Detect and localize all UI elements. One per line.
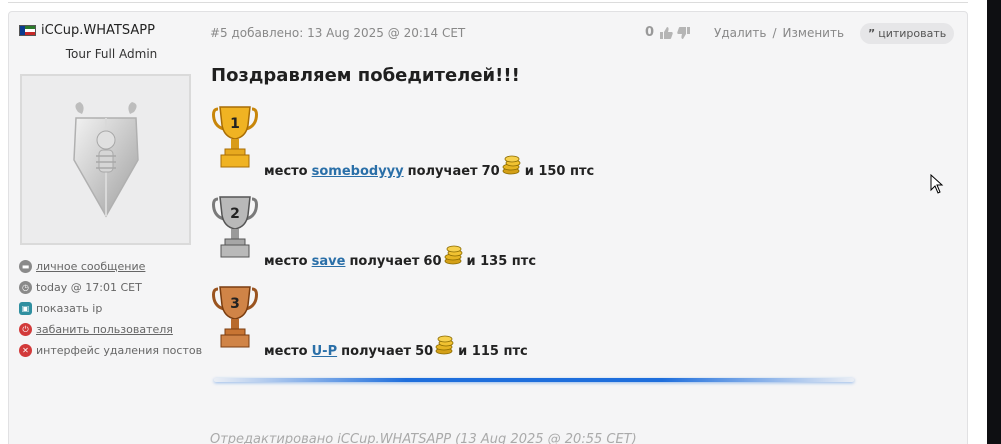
- winner-row: 3 место U-P получает 50 и 115 птс: [212, 285, 812, 365]
- message-icon: ▬: [19, 260, 32, 273]
- thumbs-up-icon[interactable]: [660, 26, 673, 39]
- actions-separator: /: [772, 26, 777, 40]
- place-number: 1: [230, 116, 240, 132]
- place-label: место: [264, 164, 308, 179]
- mouse-cursor-icon: [930, 174, 944, 194]
- previous-post-edge: [8, 0, 968, 3]
- gold-amount: 50: [415, 344, 434, 359]
- post-author: iCCup.WHATSAPP Tour Full Admin: [19, 23, 204, 61]
- show-ip-link[interactable]: ▣ показать ip: [19, 298, 209, 319]
- gold-trophy-icon: 1: [212, 106, 258, 168]
- winner-name-link[interactable]: save: [312, 254, 346, 269]
- gold-coins-icon: [435, 335, 454, 355]
- winner-name-link[interactable]: U-P: [312, 344, 337, 359]
- points-text: и 135 птс: [466, 254, 537, 269]
- post-heading: Поздравляем победителей!!!: [211, 65, 520, 86]
- winner-line: место somebodyyy получает 70 и 150 птс: [264, 153, 594, 179]
- avatar: [20, 74, 191, 245]
- ip-icon: ▣: [19, 302, 32, 315]
- author-actions: ▬ личное сообщение ◷ today @ 17:01 CET ▣…: [19, 256, 209, 361]
- post-meta[interactable]: #5 добавлено: 13 Aug 2025 @ 20:14 CET: [210, 26, 465, 40]
- place-number: 2: [230, 206, 240, 222]
- gets-label: получает: [407, 164, 478, 179]
- gold-amount: 60: [423, 254, 442, 269]
- place-number: 3: [230, 296, 240, 312]
- author-name[interactable]: iCCup.WHATSAPP: [41, 23, 155, 38]
- thumbs-down-icon[interactable]: [677, 26, 691, 39]
- post-votes: 0: [645, 25, 691, 40]
- gold-amount: 70: [481, 164, 500, 179]
- winner-line: место U-P получает 50 и 115 птс: [264, 333, 528, 359]
- gets-label: получает: [341, 344, 412, 359]
- ban-icon: ⏻: [19, 323, 32, 336]
- ban-user-link[interactable]: ⏻ забанить пользователя: [19, 319, 209, 340]
- winner-row: 2 место save получает 60 и 135 птс: [212, 195, 812, 275]
- author-title: Tour Full Admin: [65, 47, 158, 61]
- quote-label: цитировать: [878, 27, 947, 40]
- last-visit: ◷ today @ 17:01 CET: [19, 277, 209, 298]
- points-text: и 115 птс: [458, 344, 528, 359]
- clock-icon: ◷: [19, 281, 32, 294]
- winner-line: место save получает 60 и 135 птс: [264, 243, 536, 269]
- delete-post-link[interactable]: Удалить: [714, 26, 767, 40]
- points-text: и 150 птс: [524, 164, 595, 179]
- window-edge: [987, 0, 1001, 444]
- gold-coins-icon: [502, 155, 521, 175]
- delete-posts-link[interactable]: ✕ интерфейс удаления постов: [19, 340, 209, 361]
- bronze-trophy-icon: 3: [212, 286, 258, 348]
- post-divider: [214, 378, 854, 382]
- place-label: место: [264, 254, 308, 269]
- silver-trophy-icon: 2: [212, 196, 258, 258]
- delete-icon: ✕: [19, 344, 32, 357]
- quote-icon: ”: [868, 27, 876, 40]
- edited-note: Отредактировано iCCup.WHATSAPP (13 Aug 2…: [210, 432, 637, 444]
- vote-count: 0: [645, 25, 655, 40]
- place-label: место: [264, 344, 308, 359]
- private-message-link[interactable]: ▬ личное сообщение: [19, 256, 209, 277]
- edit-post-link[interactable]: Изменить: [783, 26, 845, 40]
- author-name-row: iCCup.WHATSAPP: [19, 23, 204, 38]
- gold-coins-icon: [444, 245, 462, 265]
- forum-post: iCCup.WHATSAPP Tour Full Admin ▬ личное …: [8, 11, 968, 444]
- post-actions: Удалить / Изменить: [714, 26, 844, 40]
- winner-row: 1 место somebodyyy получает 70 и 150 птс: [212, 105, 812, 185]
- quote-button[interactable]: ” цитировать: [860, 23, 955, 44]
- winner-name-link[interactable]: somebodyyy: [312, 164, 404, 179]
- kenya-flag-icon: [19, 25, 36, 36]
- shield-emblem-icon: [72, 101, 139, 218]
- gets-label: получает: [349, 254, 420, 269]
